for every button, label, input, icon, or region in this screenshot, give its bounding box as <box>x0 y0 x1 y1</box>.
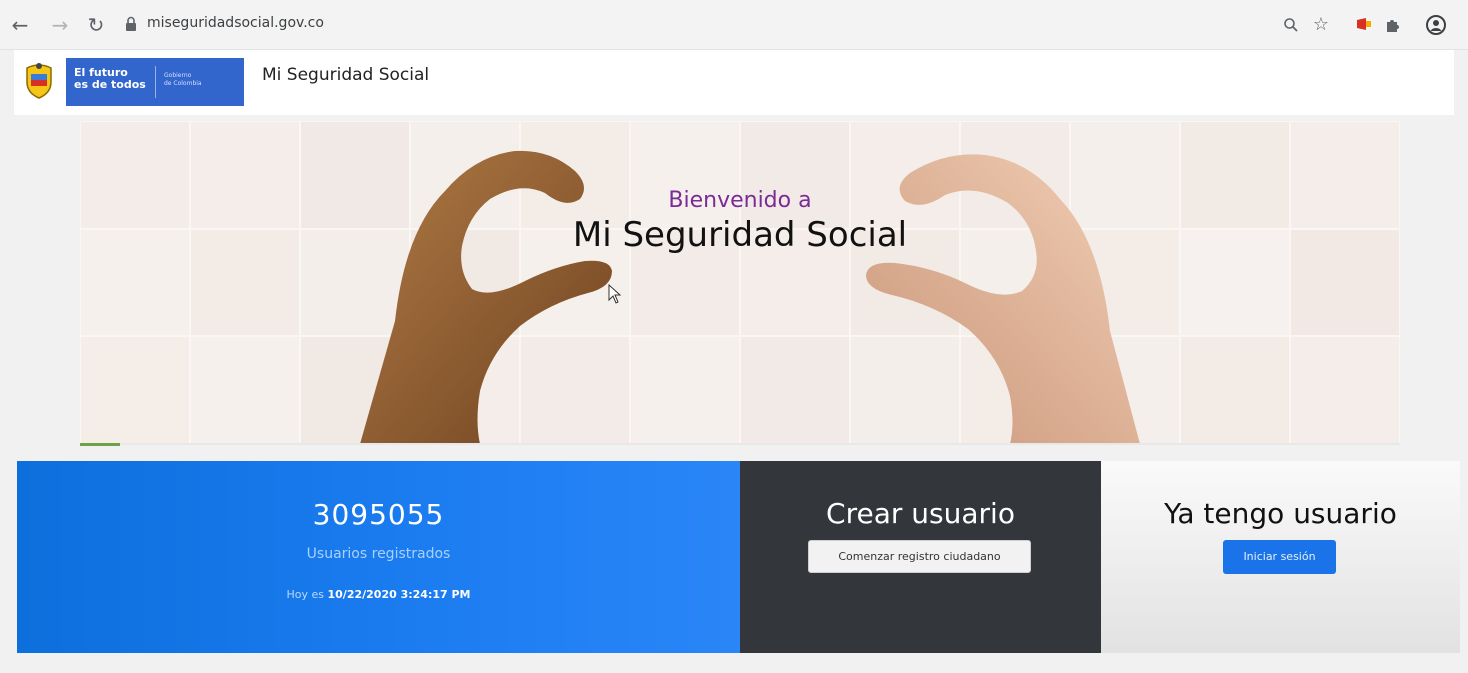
start-registration-button[interactable]: Comenzar registro ciudadano <box>808 540 1031 573</box>
forward-icon[interactable]: → <box>48 13 72 37</box>
address-bar[interactable]: miseguridadsocial.gov.co <box>147 15 324 31</box>
current-date: Hoy es 10/22/2020 3:24:17 PM <box>17 588 740 601</box>
create-user-heading: Crear usuario <box>826 497 1015 530</box>
login-heading: Ya tengo usuario <box>1164 497 1397 530</box>
date-value: 10/22/2020 3:24:17 PM <box>327 588 471 601</box>
star-icon[interactable]: ☆ <box>1309 13 1333 37</box>
left-hand-image <box>360 150 612 444</box>
hero-kicker: Bienvenido a <box>668 188 812 213</box>
logo-divider <box>155 66 156 98</box>
login-button[interactable]: Iniciar sesión <box>1223 540 1336 574</box>
registered-users-label: Usuarios registrados <box>306 546 451 562</box>
profile-icon[interactable] <box>1424 13 1448 37</box>
login-panel: Ya tengo usuario Iniciar sesión <box>1101 461 1460 653</box>
stats-panel: 3095055 Usuarios registrados Hoy es 10/2… <box>17 461 740 653</box>
zoom-icon[interactable] <box>1279 13 1303 37</box>
hero-divider <box>80 443 1400 445</box>
reload-icon[interactable]: ↻ <box>84 13 108 37</box>
hero-banner: Bienvenido a Mi Seguridad Social <box>80 121 1400 444</box>
screen: ← → ↻ miseguridadsocial.gov.co ☆ El futu… <box>0 0 1468 673</box>
mouse-cursor-icon <box>608 284 622 304</box>
extension-flag-icon[interactable] <box>1352 13 1376 37</box>
gov-logo[interactable]: El futuro es de todos Gobierno de Colomb… <box>66 58 244 106</box>
extensions-puzzle-icon[interactable] <box>1381 13 1405 37</box>
hero-accent-bar <box>80 443 120 446</box>
browser-toolbar: ← → ↻ miseguridadsocial.gov.co ☆ <box>0 0 1468 50</box>
site-title[interactable]: Mi Seguridad Social <box>262 65 429 85</box>
lock-icon[interactable] <box>125 16 137 32</box>
right-hand-image <box>866 154 1140 444</box>
logo-subtext: Gobierno de Colombia <box>164 72 202 87</box>
hero-title: Mi Seguridad Social <box>572 215 908 255</box>
date-prefix: Hoy es <box>286 588 324 601</box>
back-icon[interactable]: ← <box>8 13 32 37</box>
logo-line-1: El futuro es de todos <box>74 66 146 91</box>
registered-users-count: 3095055 <box>312 498 445 531</box>
colombia-shield-icon[interactable] <box>22 60 56 100</box>
hero-overlay <box>80 121 1400 444</box>
site-header: El futuro es de todos Gobierno de Colomb… <box>14 50 1454 115</box>
create-user-panel: Crear usuario Comenzar registro ciudadan… <box>740 461 1101 653</box>
